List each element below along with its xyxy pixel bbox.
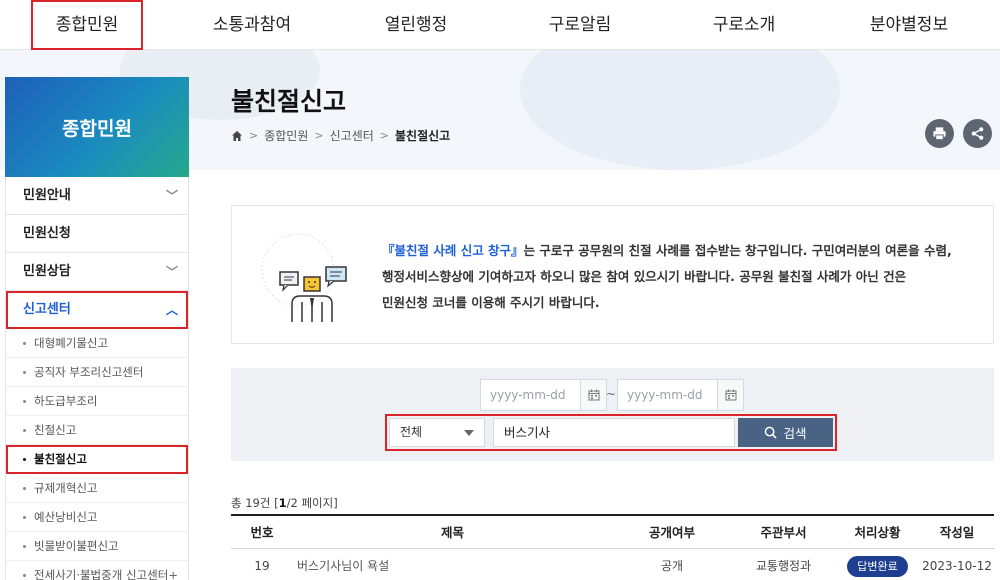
chevron-down-icon: ﹀ bbox=[165, 265, 178, 279]
submenu-label: 친절신고 bbox=[34, 423, 77, 437]
date-to-field[interactable]: yyyy-mm-dd bbox=[617, 379, 744, 411]
chevron-right-icon: > bbox=[249, 129, 259, 142]
expand-icon: + bbox=[168, 568, 178, 580]
submenu-item-regulation[interactable]: 규제개혁신고 bbox=[6, 474, 188, 503]
submenu-item-unkindness[interactable]: 불친절신고 bbox=[6, 445, 188, 474]
submenu-item-subcontract[interactable]: 하도급부조리 bbox=[6, 387, 188, 416]
row-public: 공개 bbox=[660, 559, 684, 573]
search-icon bbox=[765, 426, 778, 439]
search-category-select[interactable]: 전체 bbox=[389, 418, 485, 447]
sidebar-item-consultation[interactable]: 민원상담 ﹀ bbox=[6, 253, 188, 291]
header-date: 작성일 bbox=[939, 525, 975, 540]
search-button-label: 검색 bbox=[783, 426, 807, 441]
sidebar-item-label: 민원상담 bbox=[23, 264, 71, 279]
status-badge: 답변완료 bbox=[847, 556, 908, 577]
complaint-illustration-icon bbox=[261, 233, 347, 322]
chevron-right-icon: > bbox=[379, 129, 389, 142]
sidebar-menu: 민원안내 ﹀ 민원신청 민원상담 ﹀ 신고센터 ︿ 대형폐기물신고 공직자 부조… bbox=[5, 177, 189, 580]
table-header: 번호 제목 공개여부 주관부서 처리상황 작성일 bbox=[231, 516, 994, 549]
submenu-label: 하도급부조리 bbox=[34, 394, 98, 408]
count-text: 총 19건 [ bbox=[231, 496, 279, 510]
submenu-item-rain-drain[interactable]: 빗물받이불편신고 bbox=[6, 532, 188, 561]
select-value: 전체 bbox=[400, 425, 423, 439]
calendar-button[interactable] bbox=[717, 380, 743, 410]
submenu-item-corruption[interactable]: 공직자 부조리신고센터 bbox=[6, 358, 188, 387]
nav-item-field-info[interactable]: 분야별정보 bbox=[850, 0, 968, 50]
submenu-label: 빗물받이불편신고 bbox=[34, 539, 119, 553]
sidebar: 종합민원 민원안내 ﹀ 민원신청 민원상담 ﹀ 신고센터 ︿ 대형폐기물신고 공… bbox=[5, 77, 189, 580]
breadcrumb-item[interactable]: 종합민원 bbox=[264, 127, 308, 144]
nav-item-guro-intro[interactable]: 구로소개 bbox=[692, 0, 796, 50]
sidebar-item-label: 신고센터 bbox=[23, 302, 71, 317]
search-button[interactable]: 검색 bbox=[738, 418, 833, 447]
submenu-label: 불친절신고 bbox=[34, 452, 87, 466]
table-row[interactable]: 19 버스기사님이 욕설 공개 교통행정과 답변완료 2023-10-12 bbox=[231, 549, 994, 580]
page-title: 불친절신고 bbox=[231, 87, 347, 116]
nav-item-communication[interactable]: 소통과참여 bbox=[198, 0, 306, 50]
header-number: 번호 bbox=[250, 525, 274, 540]
row-department: 교통행정과 bbox=[755, 559, 812, 573]
sidebar-item-guide[interactable]: 민원안내 ﹀ bbox=[6, 177, 188, 215]
share-icon bbox=[971, 127, 984, 140]
calendar-icon bbox=[725, 389, 736, 401]
nav-item-civil-service[interactable]: 종합민원 bbox=[31, 0, 143, 50]
search-panel: yyyy-mm-dd ~ yyyy-mm-dd 전체 버스기사 검색 bbox=[231, 368, 994, 461]
breadcrumb-current: 불친절신고 bbox=[395, 129, 451, 143]
nav-item-open-administration[interactable]: 열린행정 bbox=[364, 0, 468, 50]
search-row: 전체 버스기사 검색 bbox=[385, 414, 837, 451]
header-department: 주관부서 bbox=[760, 525, 807, 540]
submenu-label: 규제개혁신고 bbox=[34, 481, 98, 495]
row-title-link[interactable]: 버스기사님이 욕설 bbox=[293, 549, 612, 580]
sidebar-item-application[interactable]: 민원신청 bbox=[6, 215, 188, 253]
header-status: 처리상황 bbox=[854, 525, 901, 540]
nav-item-guro-news[interactable]: 구로알림 bbox=[528, 0, 632, 50]
breadcrumb: > 종합민원 > 신고센터 > 불친절신고 bbox=[231, 127, 450, 144]
submenu-item-budget-waste[interactable]: 예산낭비신고 bbox=[6, 503, 188, 532]
info-emphasis: 『불친절 사례 신고 창구』 bbox=[382, 243, 524, 258]
info-line: 행정서비스향상에 기여하고자 하오니 많은 참여 있으시기 바랍니다. 공무원 … bbox=[382, 269, 907, 284]
calendar-icon bbox=[588, 389, 599, 401]
date-from-field[interactable]: yyyy-mm-dd bbox=[480, 379, 607, 411]
submenu-item-jeonse-fraud[interactable]: 전세사기·불법중개 신고센터 + bbox=[6, 561, 188, 580]
search-input[interactable]: 버스기사 bbox=[493, 418, 735, 447]
sidebar-item-label: 민원신청 bbox=[23, 226, 71, 241]
sidebar-item-label: 민원안내 bbox=[23, 188, 71, 203]
breadcrumb-item[interactable]: 신고센터 bbox=[330, 127, 374, 144]
sidebar-item-report-center[interactable]: 신고센터 ︿ bbox=[6, 291, 188, 329]
calendar-button[interactable] bbox=[580, 380, 606, 410]
date-placeholder: yyyy-mm-dd bbox=[627, 388, 703, 402]
submenu-item-bulky-waste[interactable]: 대형폐기물신고 bbox=[6, 329, 188, 358]
header-title: 제목 bbox=[440, 525, 464, 540]
chevron-right-icon: > bbox=[314, 129, 324, 142]
print-icon bbox=[933, 127, 946, 141]
chevron-up-icon: ︿ bbox=[165, 303, 178, 317]
date-placeholder: yyyy-mm-dd bbox=[490, 388, 566, 402]
submenu-item-kindness[interactable]: 친절신고 bbox=[6, 416, 188, 445]
info-line: 는 구로구 공무원의 친절 사례를 접수받는 창구입니다. 구민여러분의 여론을… bbox=[523, 243, 952, 258]
row-status: 답변완료 bbox=[835, 549, 920, 580]
share-button[interactable] bbox=[963, 119, 992, 148]
date-range-separator: ~ bbox=[606, 387, 617, 401]
submenu-label: 공직자 부조리신고센터 bbox=[34, 365, 144, 379]
header-public: 공개여부 bbox=[648, 525, 695, 540]
submenu-label: 전세사기·불법중개 신고센터 bbox=[34, 568, 169, 580]
page-total: /2 페이지 bbox=[286, 496, 334, 510]
info-text: 『불친절 사례 신고 창구』는 구로구 공무원의 친절 사례를 접수받는 창구입… bbox=[382, 238, 982, 316]
caret-down-icon bbox=[464, 430, 474, 436]
submenu-label: 예산낭비신고 bbox=[34, 510, 98, 524]
count-suffix: ] bbox=[333, 496, 338, 510]
print-button[interactable] bbox=[925, 119, 954, 148]
report-table: 번호 제목 공개여부 주관부서 처리상황 작성일 19 버스기사님이 욕설 공개… bbox=[231, 514, 994, 580]
info-line: 민원신청 코너를 이용해 주시기 바랍니다. bbox=[382, 295, 600, 310]
submenu-label: 대형폐기물신고 bbox=[34, 336, 109, 350]
home-icon[interactable] bbox=[231, 130, 243, 142]
current-page: 1 bbox=[278, 496, 287, 510]
info-box: 『불친절 사례 신고 창구』는 구로구 공무원의 친절 사례를 접수받는 창구입… bbox=[231, 205, 994, 344]
row-date: 2023-10-12 bbox=[922, 559, 992, 573]
top-navigation: 종합민원 소통과참여 열린행정 구로알림 구로소개 분야별정보 bbox=[0, 0, 1000, 50]
result-count: 총 19건 [1/2 페이지] bbox=[231, 495, 338, 511]
row-number: 19 bbox=[254, 559, 270, 573]
sidebar-title: 종합민원 bbox=[5, 77, 189, 177]
chevron-down-icon: ﹀ bbox=[165, 189, 178, 203]
